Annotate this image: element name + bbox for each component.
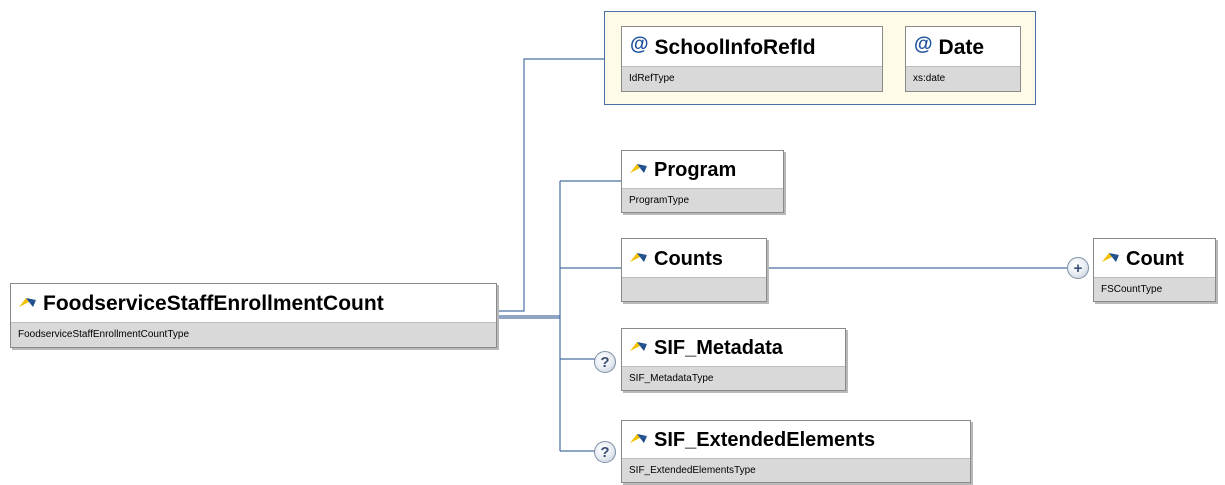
- attribute-icon: @: [630, 33, 649, 55]
- element-icon: [1101, 249, 1121, 270]
- element-name: FoodserviceStaffEnrollmentCount: [43, 292, 384, 315]
- element-type: SIF_MetadataType: [622, 366, 845, 390]
- element-icon: [18, 294, 38, 315]
- element-sif-extended-elements[interactable]: SIF_ExtendedElements SIF_ExtendedElement…: [621, 420, 971, 483]
- element-counts[interactable]: Counts: [621, 238, 767, 302]
- element-icon: [629, 430, 649, 451]
- expand-plus-icon[interactable]: +: [1067, 257, 1089, 279]
- element-program[interactable]: Program ProgramType: [621, 150, 784, 213]
- element-name: Count: [1126, 247, 1184, 270]
- element-type: ProgramType: [622, 188, 783, 212]
- element-type: FSCountType: [1094, 277, 1215, 301]
- element-count[interactable]: Count FSCountType: [1093, 238, 1216, 302]
- attribute-type: xs:date: [906, 66, 1020, 91]
- element-icon: [629, 249, 649, 270]
- attribute-date[interactable]: @ Date xs:date: [905, 26, 1021, 92]
- attribute-icon: @: [914, 33, 933, 55]
- root-element-foodservice-staff-enrollment-count[interactable]: FoodserviceStaffEnrollmentCount Foodserv…: [10, 283, 497, 348]
- element-name: SIF_Metadata: [654, 337, 783, 359]
- element-name: Program: [654, 159, 737, 181]
- element-type: SIF_ExtendedElementsType: [622, 458, 970, 482]
- element-type: [622, 277, 766, 301]
- attribute-type: IdRefType: [622, 66, 882, 91]
- element-icon: [629, 338, 649, 359]
- attribute-name: Date: [938, 35, 985, 59]
- element-name: Counts: [654, 247, 723, 270]
- element-type: FoodserviceStaffEnrollmentCountType: [11, 322, 496, 347]
- attribute-name: SchoolInfoRefId: [654, 35, 816, 59]
- attribute-school-info-ref-id[interactable]: @ SchoolInfoRefId IdRefType: [621, 26, 883, 92]
- element-icon: [629, 160, 649, 181]
- element-name: SIF_ExtendedElements: [654, 429, 876, 451]
- optional-question-icon: ?: [594, 441, 616, 463]
- optional-question-icon: ?: [594, 351, 616, 373]
- element-sif-metadata[interactable]: SIF_Metadata SIF_MetadataType: [621, 328, 846, 391]
